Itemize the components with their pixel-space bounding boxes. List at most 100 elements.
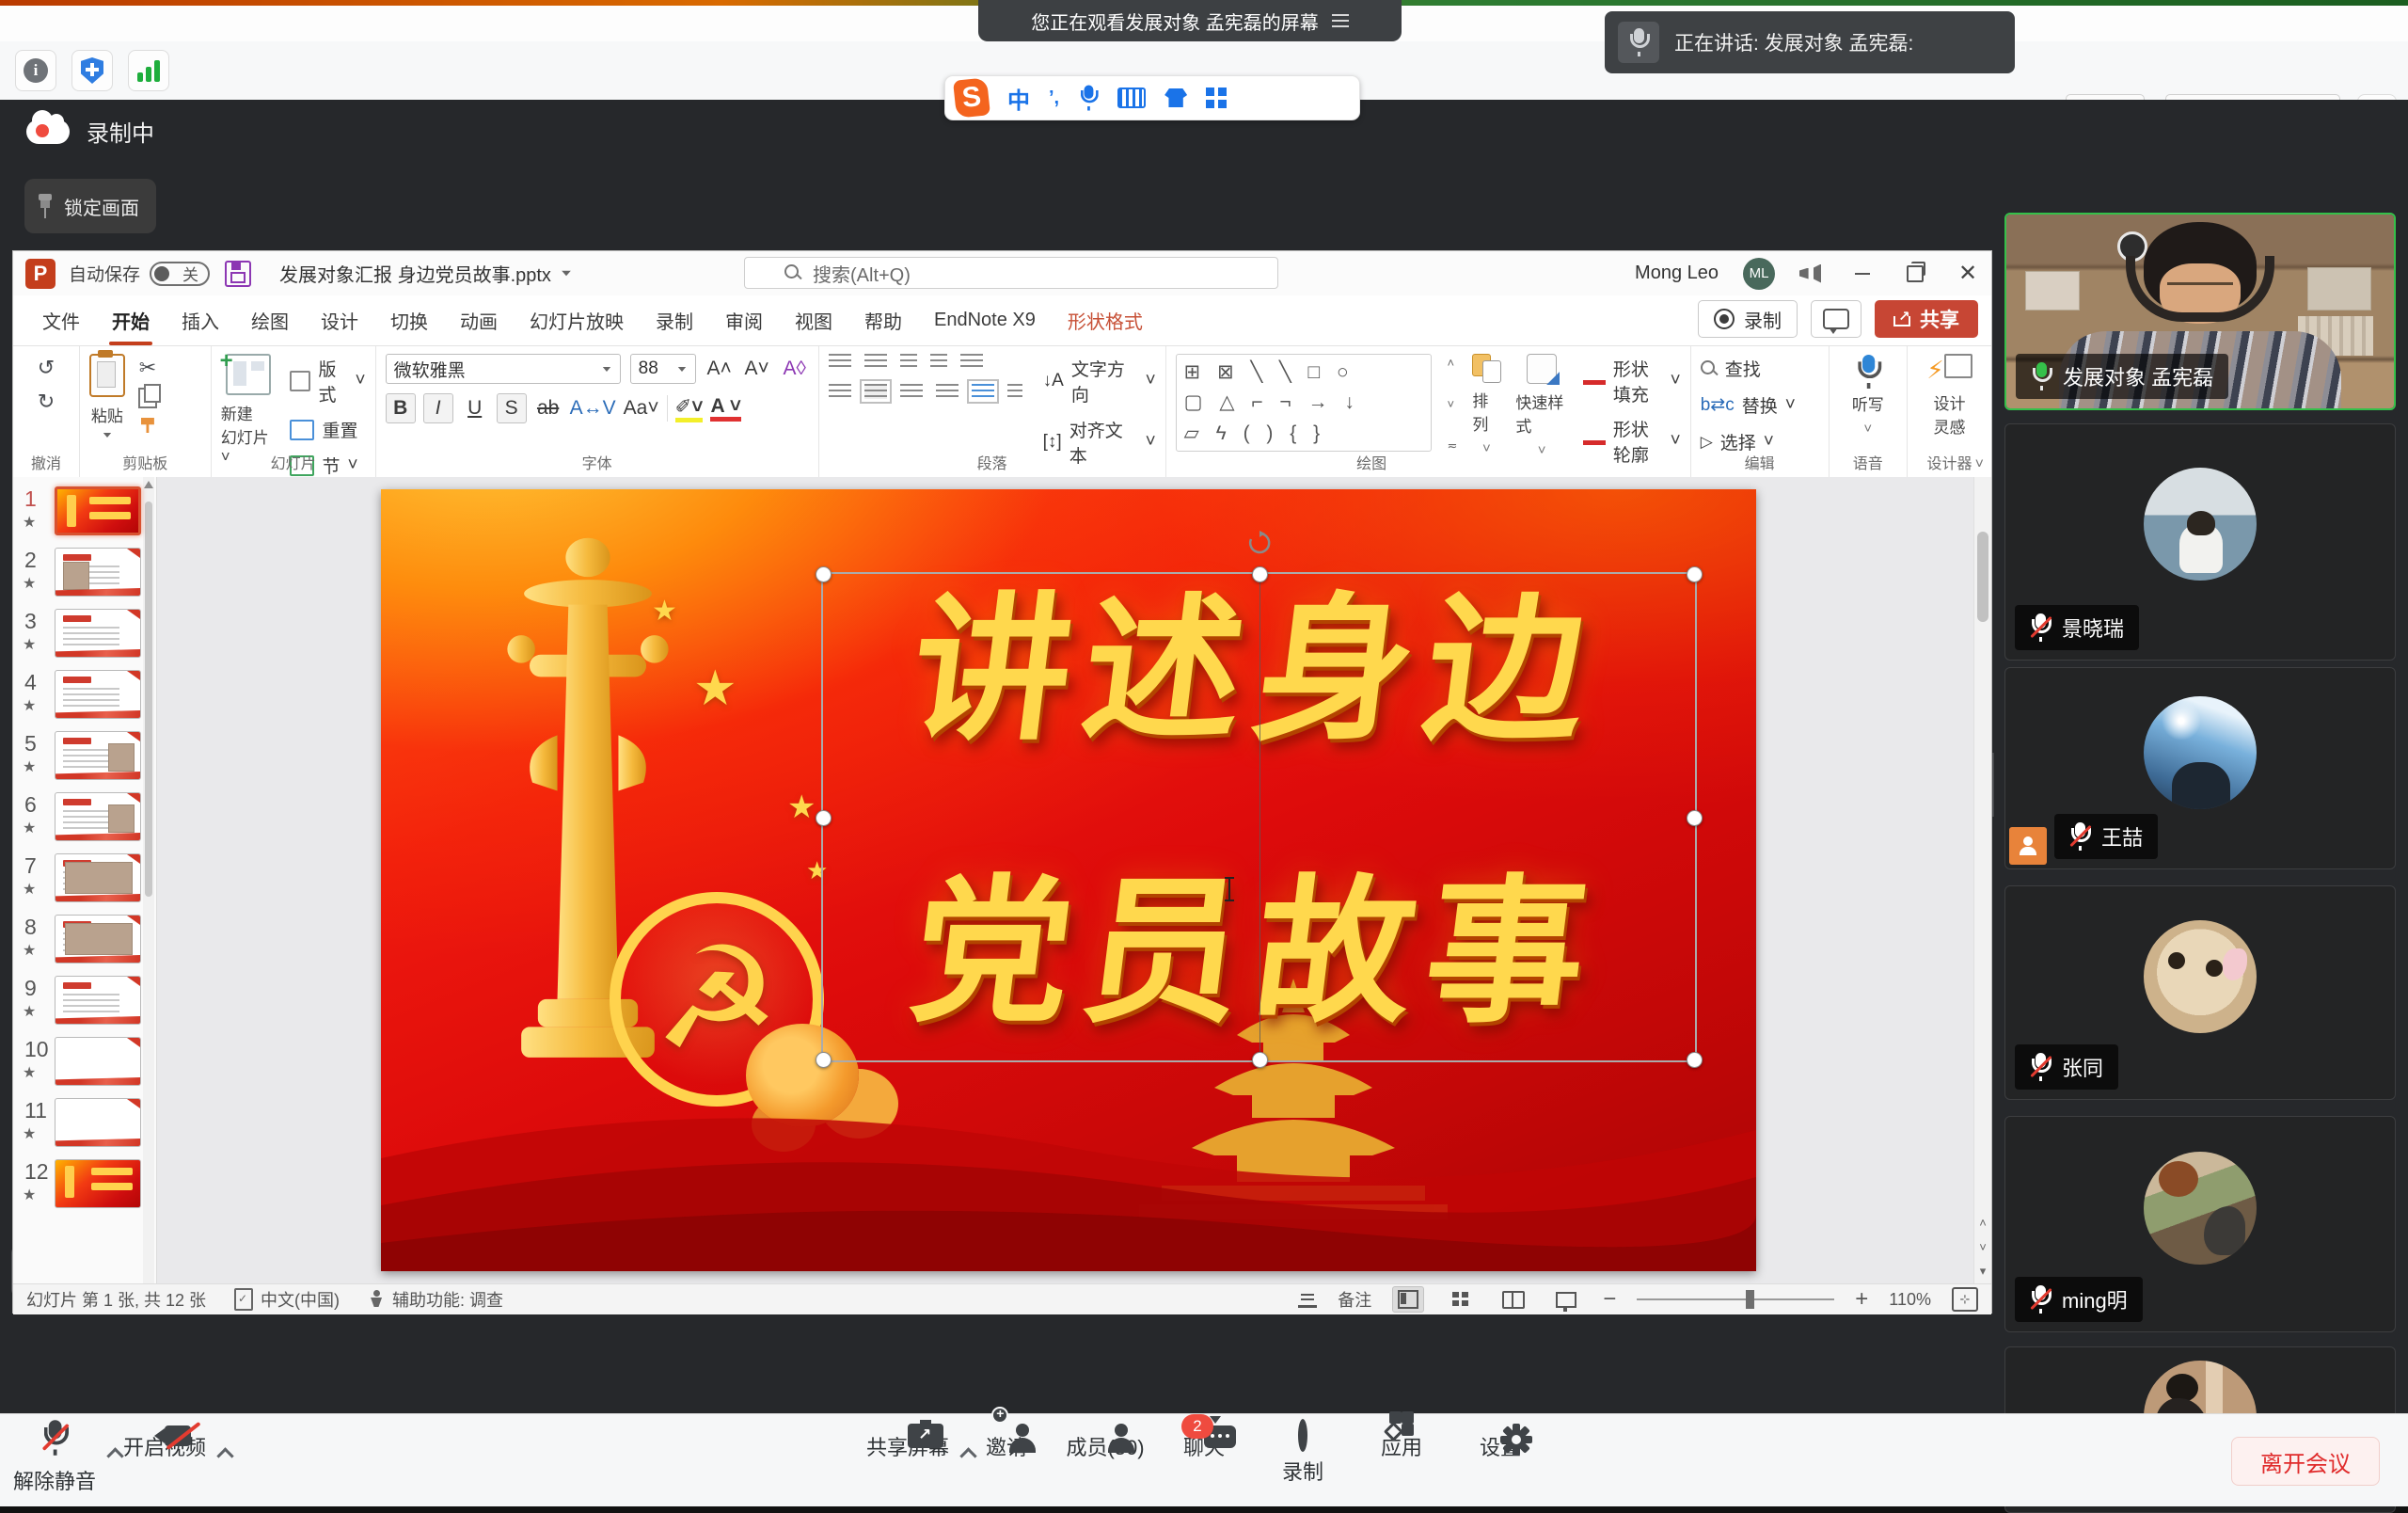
paste-button[interactable]: 粘贴	[89, 354, 125, 438]
clear-format-button[interactable]: A◊	[781, 355, 809, 383]
layout-button[interactable]: 版式 ˅	[290, 356, 365, 406]
notes-label[interactable]: 备注	[1338, 1287, 1371, 1312]
ime-skin-icon[interactable]	[1164, 88, 1187, 107]
ime-toolbar[interactable]: S 中 ’,	[944, 75, 1360, 120]
quick-styles-button[interactable]: 快速样式˅	[1515, 354, 1568, 458]
char-spacing-button[interactable]: A↔V	[570, 394, 616, 422]
resize-handle[interactable]	[1687, 810, 1703, 826]
ribbon-tab-设计[interactable]: 设计	[305, 295, 374, 345]
zoom-in-button[interactable]: +	[1855, 1286, 1868, 1313]
toolbar-邀请[interactable]: 邀请	[950, 1424, 1063, 1461]
participant-tile-景晓瑞[interactable]: 景晓瑞	[2004, 423, 2396, 661]
underline-button[interactable]: U	[461, 394, 489, 422]
slide-thumbnail-8[interactable]: 8★	[13, 913, 156, 969]
toolbar-共享屏幕[interactable]: ↗共享屏幕	[851, 1424, 964, 1461]
selection-box[interactable]	[821, 572, 1697, 1062]
canvas-scrollbar[interactable]: ˄ ˅ ▾	[1973, 477, 1991, 1283]
zoom-out-button[interactable]: −	[1603, 1286, 1616, 1313]
slide-preview[interactable]	[55, 1159, 141, 1208]
reading-view-button[interactable]	[1497, 1286, 1529, 1313]
previous-slide-button[interactable]: ˄	[1974, 1210, 1991, 1234]
autosave-toggle[interactable]: 自动保存 关	[69, 261, 210, 286]
format-painter-icon[interactable]	[141, 418, 154, 433]
participant-tile-发展对象 孟宪磊[interactable]: 发展对象 孟宪磊	[2004, 213, 2396, 410]
language-status[interactable]: 中文(中国)	[261, 1287, 340, 1312]
resize-handle[interactable]	[1252, 566, 1268, 582]
slide-thumbnail-panel[interactable]: 1★2★3★4★5★6★7★8★9★10★11★12★	[13, 477, 157, 1283]
slide-thumbnail-4[interactable]: 4★	[13, 668, 156, 725]
font-size-select[interactable]: 88	[630, 354, 696, 384]
fit-to-window-button[interactable]: ⊹	[1952, 1287, 1978, 1312]
document-title[interactable]: 发展对象汇报 身边党员故事.pptx	[279, 260, 572, 287]
ribbon-tab-绘图[interactable]: 绘图	[235, 295, 305, 345]
copy-icon[interactable]	[138, 388, 157, 408]
collapse-ribbon-icon[interactable]: ˅	[1975, 456, 1984, 473]
font-name-select[interactable]: 微软雅黑	[386, 354, 621, 384]
ribbon-tab-审阅[interactable]: 审阅	[709, 295, 779, 345]
account-name[interactable]: Mong Leo	[1635, 263, 1719, 284]
shapes-gallery[interactable]: ⊞ ⊠ ╲ ╲ □ ○ ▢ △ ⌐ ¬ → ↓ ▱ ϟ ( ) { }	[1176, 354, 1433, 452]
slide-thumbnail-2[interactable]: 2★	[13, 546, 156, 602]
feedback-icon[interactable]	[1799, 264, 1824, 283]
ime-mic-icon[interactable]	[1079, 86, 1098, 111]
distribute-icon[interactable]	[972, 384, 994, 399]
ime-punctuation-icon[interactable]: ’,	[1049, 88, 1059, 109]
ribbon-tab-录制[interactable]: 录制	[640, 295, 709, 345]
slide-preview[interactable]	[55, 486, 141, 535]
meeting-info-button[interactable]: i	[15, 50, 56, 91]
change-case-button[interactable]: Aa˅	[624, 394, 659, 422]
rotate-handle[interactable]	[1247, 531, 1272, 555]
slide-preview[interactable]	[55, 1098, 141, 1147]
resize-handle[interactable]	[816, 566, 832, 582]
text-direction-button[interactable]: ↓A 文字方向 ˅	[1043, 356, 1156, 406]
powerpoint-logo-icon[interactable]: P	[25, 259, 55, 289]
align-right-icon[interactable]	[900, 384, 923, 399]
comments-button[interactable]	[1811, 300, 1861, 338]
slide-preview[interactable]	[55, 1037, 141, 1086]
redo-icon[interactable]: ↻	[38, 391, 55, 412]
meeting-security-button[interactable]	[71, 50, 113, 91]
ribbon-tab-动画[interactable]: 动画	[444, 295, 514, 345]
bold-button[interactable]: B	[386, 393, 416, 423]
cut-icon[interactable]: ✂	[139, 358, 156, 378]
ribbon-tab-形状格式[interactable]: 形状格式	[1052, 295, 1159, 345]
ribbon-tab-切换[interactable]: 切换	[374, 295, 444, 345]
slide-preview[interactable]	[55, 731, 141, 780]
slide-preview[interactable]	[55, 670, 141, 719]
slide-preview[interactable]	[55, 609, 141, 658]
ribbon-tab-幻灯片放映[interactable]: 幻灯片放映	[514, 295, 640, 345]
ribbon-tab-文件[interactable]: 文件	[26, 295, 96, 345]
account-avatar[interactable]: ML	[1743, 258, 1775, 290]
font-color-button[interactable]: A ˅	[710, 395, 740, 422]
participant-tile-王喆[interactable]: 王喆	[2004, 667, 2396, 869]
arrange-button[interactable]: 排列˅	[1472, 354, 1500, 456]
editing-canvas[interactable]: ★ ★ ★ ★ ☭	[157, 477, 1991, 1283]
slideshow-button[interactable]	[1550, 1286, 1582, 1313]
grow-font-button[interactable]: A˄	[705, 355, 734, 383]
slide-thumbnail-1[interactable]: 1★	[13, 485, 156, 541]
toolbar-应用[interactable]: 应用	[1345, 1424, 1458, 1461]
ime-language-mode[interactable]: 中	[1007, 82, 1030, 115]
resize-handle[interactable]	[816, 810, 832, 826]
decrease-indent-icon[interactable]	[900, 354, 917, 369]
align-center-icon[interactable]	[864, 384, 887, 399]
shrink-font-button[interactable]: A˅	[743, 355, 771, 383]
slide-sorter-view-button[interactable]	[1445, 1286, 1477, 1313]
numbering-icon[interactable]	[864, 354, 887, 369]
slide-preview[interactable]	[55, 853, 141, 902]
ribbon-tab-插入[interactable]: 插入	[166, 295, 235, 345]
accessibility-status[interactable]: 辅助功能: 调查	[392, 1287, 503, 1312]
shadow-button[interactable]: S	[497, 393, 527, 423]
ribbon-tab-EndNote X9[interactable]: EndNote X9	[918, 295, 1052, 345]
slide-thumbnail-3[interactable]: 3★	[13, 607, 156, 663]
minimize-button[interactable]	[1848, 260, 1877, 288]
strikethrough-button[interactable]: ab	[534, 394, 562, 422]
find-button[interactable]: 查找	[1701, 356, 1761, 381]
justify-icon[interactable]	[936, 384, 958, 399]
zoom-level[interactable]: 110%	[1889, 1290, 1931, 1310]
toolbar-caret-开启视频[interactable]	[219, 1446, 232, 1459]
close-button[interactable]: ✕	[1954, 260, 1982, 288]
slide[interactable]: ★ ★ ★ ★ ☭	[381, 489, 1756, 1271]
resize-handle[interactable]	[816, 1052, 832, 1068]
slide-thumbnail-6[interactable]: 6★	[13, 790, 156, 847]
